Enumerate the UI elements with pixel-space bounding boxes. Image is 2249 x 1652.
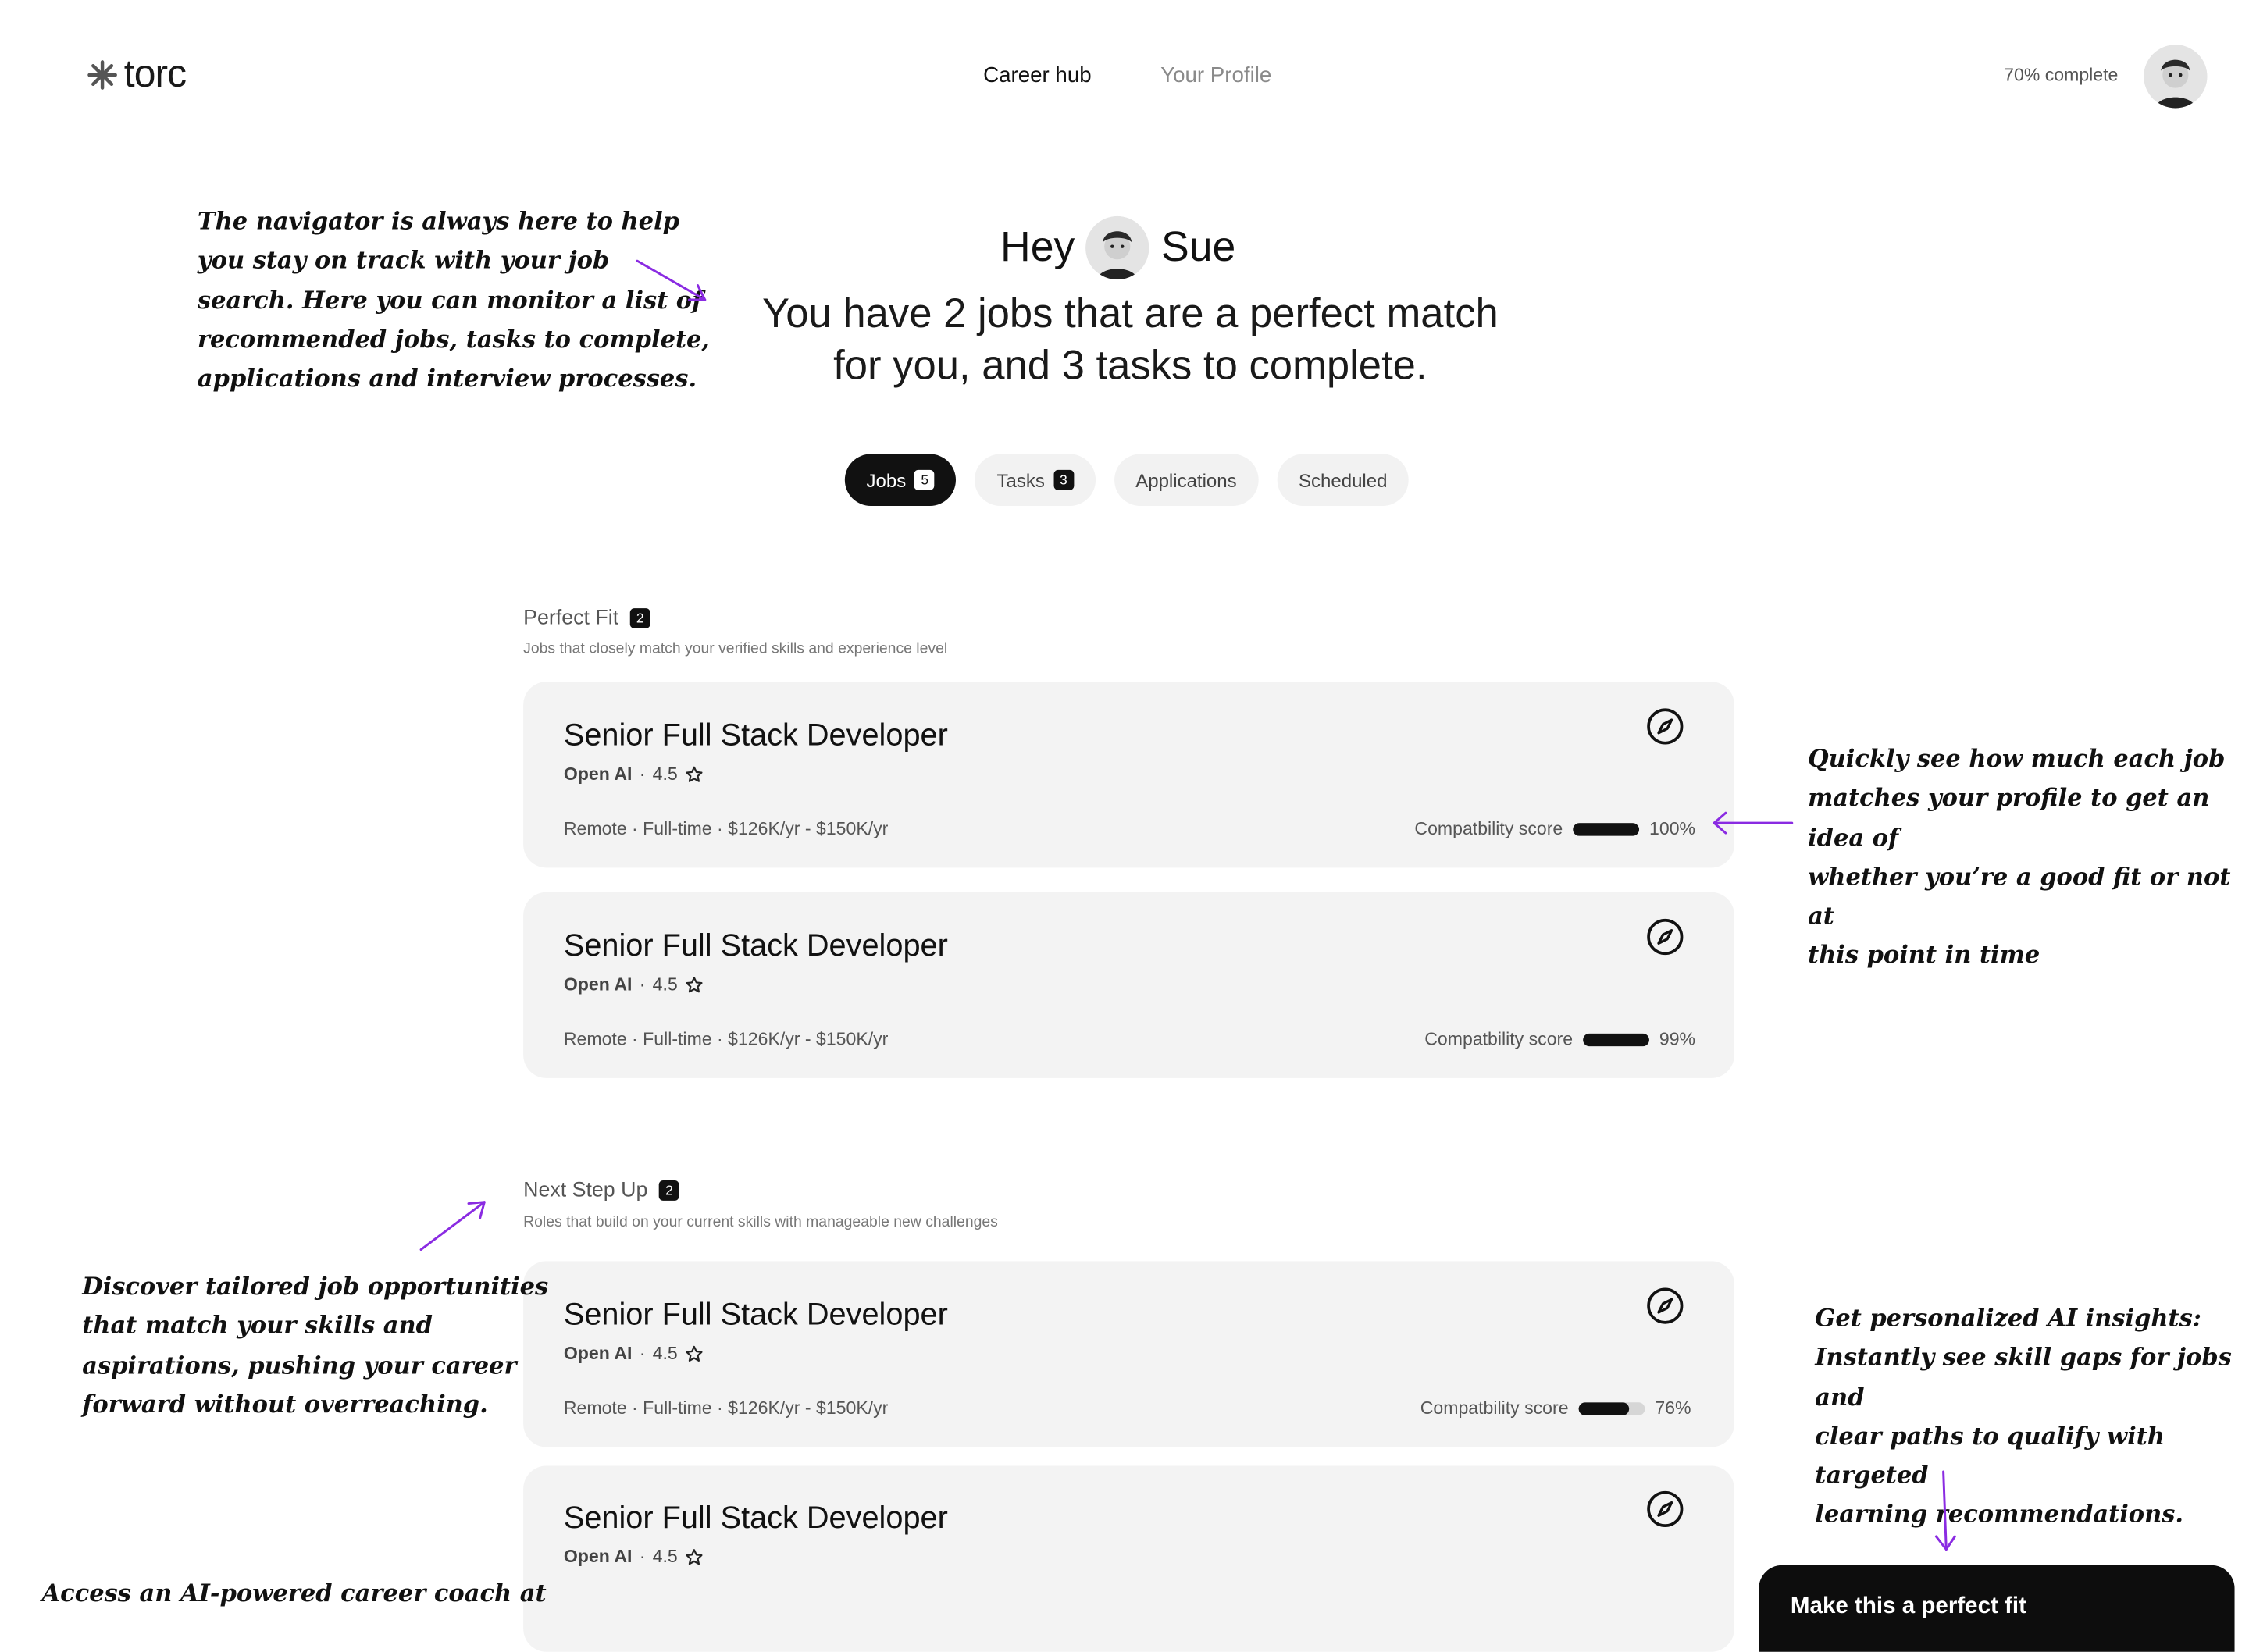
annotation-arrows: [419, 259, 1956, 1551]
arrow-icon: [636, 259, 707, 301]
perfect-fit-cta[interactable]: Make this a perfect fit: [1791, 1594, 2026, 1620]
ai-insights-panel[interactable]: Make this a perfect fit: [1759, 1565, 2235, 1652]
arrow-icon: [1934, 1470, 1956, 1551]
arrow-icon: [1713, 811, 1794, 835]
arrow-icon: [419, 1201, 486, 1251]
